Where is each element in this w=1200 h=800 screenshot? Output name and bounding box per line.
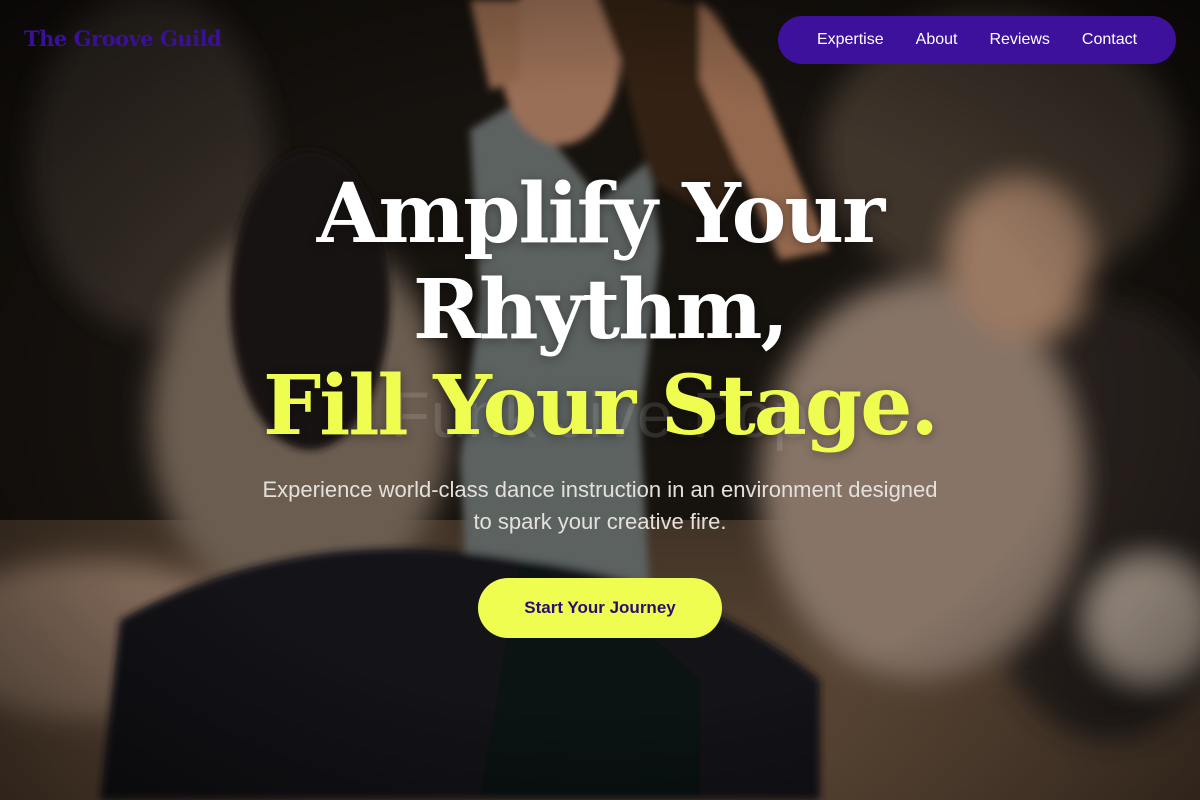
hero-section: The Groove Guild Expertise About Reviews… bbox=[0, 0, 1200, 800]
nav-link-reviews[interactable]: Reviews bbox=[973, 31, 1065, 49]
start-journey-button[interactable]: Start Your Journey bbox=[478, 578, 722, 638]
nav-link-about[interactable]: About bbox=[900, 31, 974, 49]
hero-subtitle: Experience world-class dance instruction… bbox=[262, 477, 938, 534]
headline-accent: Fill Your Stage. bbox=[263, 358, 939, 454]
nav-link-contact[interactable]: Contact bbox=[1066, 31, 1153, 49]
brand-logo[interactable]: The Groove Guild bbox=[24, 26, 222, 51]
headline-line-2: Rhythm, bbox=[412, 262, 789, 358]
hero-headline: Amplify Your Rhythm, Fill Your Stage. bbox=[0, 166, 1200, 454]
nav-link-expertise[interactable]: Expertise bbox=[801, 31, 900, 49]
main-navigation: Expertise About Reviews Contact bbox=[778, 16, 1176, 64]
headline-line-1: Amplify Your bbox=[316, 166, 885, 262]
